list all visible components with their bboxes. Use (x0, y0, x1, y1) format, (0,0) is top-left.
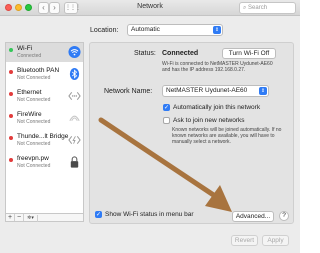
location-select[interactable]: Automatic ⇕ (127, 24, 223, 36)
service-item-ethernet[interactable]: Ethernet Not Connected (6, 87, 83, 106)
network-name-select[interactable]: NetMASTER Uydunet-AE60 ⇕ (162, 85, 269, 97)
gear-icon[interactable]: ✲▾ (24, 215, 38, 222)
service-status: Connected (17, 53, 42, 59)
status-dot (9, 92, 13, 96)
add-service-button[interactable]: + (6, 214, 15, 221)
ask-join-checkbox[interactable] (163, 117, 170, 124)
status-dot (9, 48, 13, 52)
service-name: freevpn.pw (17, 155, 49, 162)
revert-button[interactable]: Revert (231, 235, 258, 246)
service-name: Thunde...lt Bridge (17, 133, 69, 140)
status-dot (9, 70, 13, 74)
status-label: Status: (134, 50, 156, 57)
search-placeholder: Search (248, 5, 268, 11)
ask-join-description: Known networks will be joined automatica… (172, 127, 282, 145)
search-field[interactable]: ⌕ Search (239, 2, 296, 14)
bluetooth-icon (69, 67, 80, 81)
sidebar-controls: + − ✲▾ (5, 213, 84, 222)
vpn-lock-icon (70, 156, 79, 168)
show-wifi-status-checkbox[interactable]: ✓ (95, 211, 102, 218)
chevron-updown-icon: ⇕ (259, 87, 267, 95)
show-wifi-status-label: Show Wi-Fi status in menu bar (105, 211, 194, 218)
thunderbolt-bridge-icon (68, 135, 81, 145)
auto-join-checkbox[interactable]: ✓ (163, 104, 170, 111)
service-name: Bluetooth PAN (17, 67, 60, 74)
status-value: Connected (162, 50, 199, 57)
service-status: Not Connected (17, 141, 51, 147)
title-bar: ‹ › ⋮⋮⋮ Network ⌕ Search (0, 0, 300, 16)
service-item-wifi[interactable]: Wi-Fi Connected (6, 43, 83, 62)
search-icon: ⌕ (243, 5, 247, 11)
ethernet-icon (68, 91, 81, 101)
service-status: Not Connected (17, 75, 51, 81)
turn-wifi-off-button[interactable]: Turn Wi-Fi Off (222, 48, 276, 59)
wifi-icon (68, 45, 81, 59)
service-name: FireWire (17, 111, 42, 118)
firewire-icon (69, 115, 80, 122)
service-status: Not Connected (17, 119, 51, 125)
service-item-bluetooth-pan[interactable]: Bluetooth PAN Not Connected (6, 65, 83, 84)
status-dot (9, 114, 13, 118)
status-dot (9, 158, 13, 162)
service-name: Ethernet (17, 89, 42, 96)
service-list: Wi-Fi Connected Bluetooth PAN Not Connec… (5, 42, 84, 218)
service-item-freevpn[interactable]: freevpn.pw Not Connected (6, 153, 83, 172)
apply-button[interactable]: Apply (262, 235, 289, 246)
advanced-button[interactable]: Advanced... (232, 211, 274, 222)
remove-service-button[interactable]: − (15, 214, 24, 221)
chevron-updown-icon: ⇕ (213, 26, 221, 34)
auto-join-label: Automatically join this network (173, 104, 261, 111)
network-preferences-window: ‹ › ⋮⋮⋮ Network ⌕ Search Location: Autom… (0, 0, 300, 253)
service-status: Not Connected (17, 97, 51, 103)
location-value: Automatic (131, 26, 160, 33)
service-status: Not Connected (17, 163, 51, 169)
ask-join-label: Ask to join new networks (173, 117, 245, 124)
service-name: Wi-Fi (17, 45, 33, 52)
status-description: Wi-Fi is connected to NetMASTER Uydunet-… (162, 61, 273, 73)
help-button[interactable]: ? (279, 211, 289, 221)
location-label: Location: (90, 27, 119, 34)
service-item-firewire[interactable]: FireWire Not Connected (6, 109, 83, 128)
status-dot (9, 136, 13, 140)
network-name-value: NetMASTER Uydunet-AE60 (166, 87, 248, 94)
network-name-label: Network Name: (104, 88, 153, 95)
service-item-thunderbolt-bridge[interactable]: Thunde...lt Bridge Not Connected (6, 131, 83, 150)
